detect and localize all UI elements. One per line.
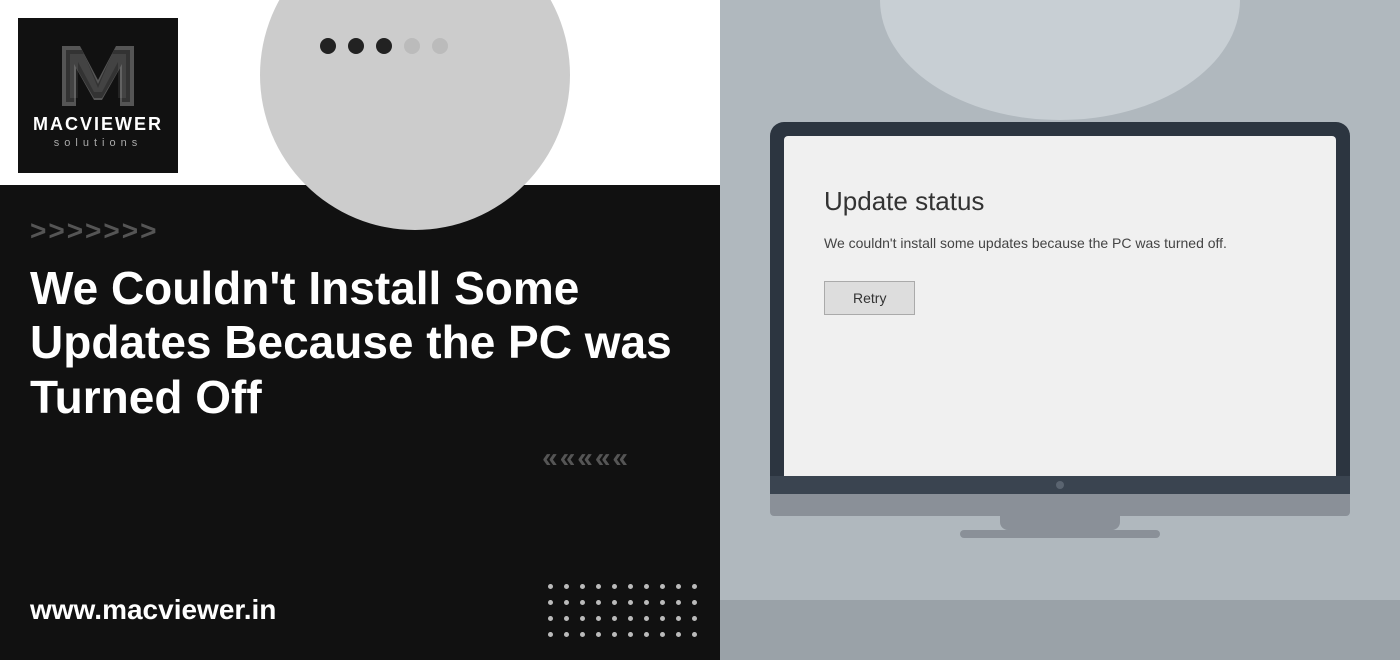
dot-pattern-item: [612, 584, 617, 589]
right-circle-decoration: [880, 0, 1240, 120]
dot-pattern-item: [548, 616, 553, 621]
dot-pattern-item: [644, 616, 649, 621]
dot-pattern-item: [644, 600, 649, 605]
dot-pattern-item: [644, 632, 649, 637]
logo-icon: [58, 42, 138, 110]
dot-pattern-item: [676, 616, 681, 621]
dot-pattern-item: [628, 584, 633, 589]
dot-pattern-item: [612, 616, 617, 621]
laptop-bezel-bottom: [770, 476, 1350, 494]
dot-pattern-item: [564, 616, 569, 621]
dot-pattern-item: [644, 584, 649, 589]
dot-pattern-item: [580, 616, 585, 621]
dot-4: [404, 38, 420, 54]
dot-pattern-item: [692, 616, 697, 621]
dot-pattern-item: [580, 632, 585, 637]
dots-pattern-decoration: // Will be rendered via JS below: [548, 584, 700, 640]
dot-pattern-item: [660, 632, 665, 637]
dot-pattern-item: [628, 600, 633, 605]
dot-1: [320, 38, 336, 54]
dot-5: [432, 38, 448, 54]
dot-pattern-item: [660, 616, 665, 621]
dot-pattern-item: [612, 600, 617, 605]
dot-pattern-item: [692, 584, 697, 589]
dot-pattern-item: [596, 584, 601, 589]
laptop-camera-dot: [1056, 481, 1064, 489]
dot-pattern-item: [548, 632, 553, 637]
retry-button[interactable]: Retry: [824, 281, 915, 315]
update-status-title: Update status: [824, 186, 1296, 217]
laptop-stand: [1000, 516, 1120, 530]
dot-pattern-item: [660, 600, 665, 605]
dot-pattern-item: [564, 600, 569, 605]
dot-pattern-item: [628, 632, 633, 637]
chevrons-bottom-decoration: «««««: [30, 442, 690, 474]
logo-box: MACVIEWER solutions: [18, 18, 178, 173]
dot-pattern-item: [596, 616, 601, 621]
pagination-dots: [320, 38, 448, 54]
dot-pattern-item: [676, 632, 681, 637]
laptop-screen-frame: Update status We couldn't install some u…: [770, 122, 1350, 476]
update-status-description: We couldn't install some updates because…: [824, 235, 1296, 251]
dot-pattern-item: [660, 584, 665, 589]
main-content-area: >>>>>>> We Couldn't Install Some Updates…: [0, 185, 720, 560]
dot-pattern-item: [564, 584, 569, 589]
laptop-foot: [960, 530, 1160, 538]
laptop-base: [770, 494, 1350, 516]
logo-brand: MACVIEWER: [33, 114, 163, 135]
dot-pattern-item: [596, 600, 601, 605]
website-url: www.macviewer.in: [30, 594, 276, 626]
laptop-screen: Update status We couldn't install some u…: [784, 136, 1336, 476]
dot-pattern-item: [564, 632, 569, 637]
logo-sub: solutions: [54, 137, 142, 149]
right-panel: Update status We couldn't install some u…: [720, 0, 1400, 660]
dot-pattern-item: [676, 600, 681, 605]
dot-3: [376, 38, 392, 54]
dot-pattern-item: [596, 632, 601, 637]
dot-pattern-item: [692, 600, 697, 605]
dot-pattern-item: [692, 632, 697, 637]
dot-pattern-item: [676, 584, 681, 589]
dot-pattern-item: [628, 616, 633, 621]
dot-pattern-item: [580, 584, 585, 589]
main-headline: We Couldn't Install Some Updates Because…: [30, 261, 690, 424]
dot-pattern-item: [548, 584, 553, 589]
dot-pattern-item: [580, 600, 585, 605]
laptop-mockup: Update status We couldn't install some u…: [770, 122, 1350, 538]
dot-2: [348, 38, 364, 54]
left-panel: MACVIEWER solutions >>>>>>> We Couldn't …: [0, 0, 720, 660]
right-bottom-bar: [720, 600, 1400, 660]
dot-pattern-item: [612, 632, 617, 637]
dot-pattern-item: [548, 600, 553, 605]
